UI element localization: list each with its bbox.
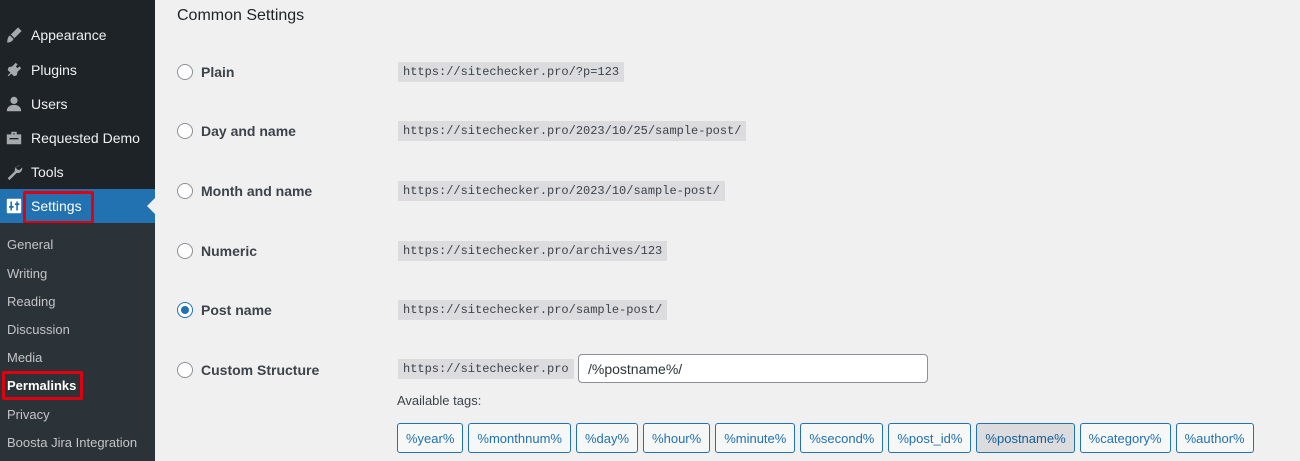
option-label[interactable]: Numeric — [201, 243, 257, 259]
example-url-day-and-name: https://sitechecker.pro/2023/10/25/sampl… — [398, 121, 747, 141]
tag-button-postname[interactable]: %postname% — [976, 423, 1075, 453]
radio-post-name[interactable] — [177, 302, 193, 318]
tag-button-author[interactable]: %author% — [1175, 423, 1254, 453]
submenu-item-reading[interactable]: Reading — [7, 294, 55, 309]
menu-item-plugins[interactable]: Plugins — [0, 53, 155, 87]
option-label[interactable]: Post name — [201, 302, 272, 318]
submenu-item-privacy[interactable]: Privacy — [7, 407, 50, 422]
menu-label: Appearance — [31, 27, 107, 43]
submenu-item-permalinks[interactable]: Permalinks — [7, 378, 76, 393]
option-day-and-name[interactable]: Day and name — [177, 120, 296, 142]
tag-button-category[interactable]: %category% — [1079, 423, 1171, 453]
example-url-numeric: https://sitechecker.pro/archives/123 — [398, 241, 668, 261]
menu-label: Requested Demo — [31, 130, 140, 146]
option-post-name[interactable]: Post name — [177, 299, 272, 321]
tag-button-post-id[interactable]: %post_id% — [888, 423, 972, 453]
option-label[interactable]: Custom Structure — [201, 362, 319, 378]
submenu-item-discussion[interactable]: Discussion — [7, 322, 70, 337]
option-custom-structure[interactable]: Custom Structure — [177, 359, 319, 381]
available-tags-label: Available tags: — [397, 393, 482, 408]
menu-item-tools[interactable]: Tools — [0, 155, 155, 189]
active-arrow — [147, 198, 155, 214]
menu-item-settings[interactable]: Settings — [0, 189, 155, 223]
submenu-item-boosta-jira[interactable]: Boosta Jira Integration — [7, 435, 137, 450]
menu-label: Plugins — [31, 62, 77, 78]
tag-button-hour[interactable]: %hour% — [643, 423, 711, 453]
tag-button-year[interactable]: %year% — [397, 423, 464, 453]
menu-label: Settings — [31, 198, 82, 214]
menu-label: Users — [31, 96, 68, 112]
option-numeric[interactable]: Numeric — [177, 240, 257, 262]
section-title: Common Settings — [177, 7, 305, 24]
submenu-item-general[interactable]: General — [7, 237, 53, 252]
radio-plain[interactable] — [177, 64, 193, 80]
example-url-month-and-name: https://sitechecker.pro/2023/10/sample-p… — [398, 181, 725, 201]
tag-button-minute[interactable]: %minute% — [715, 423, 796, 453]
settings-submenu: General Writing Reading Discussion Media… — [0, 223, 155, 461]
radio-month-and-name[interactable] — [177, 183, 193, 199]
wrench-icon — [4, 162, 24, 182]
tag-button-second[interactable]: %second% — [800, 423, 884, 453]
main-content: Common Settings Plain https://sitechecke… — [155, 0, 1300, 461]
paintbrush-icon — [4, 25, 24, 45]
menu-item-users[interactable]: Users — [0, 87, 155, 121]
radio-custom-structure[interactable] — [177, 362, 193, 378]
option-label[interactable]: Month and name — [201, 183, 312, 199]
menu-label: Tools — [31, 164, 64, 180]
option-month-and-name[interactable]: Month and name — [177, 180, 312, 202]
admin-sidebar: Appearance Plugins Users Requested Demo … — [0, 0, 155, 461]
menu-item-requested-demo[interactable]: Requested Demo — [0, 121, 155, 155]
briefcase-icon — [4, 128, 24, 148]
example-url-post-name: https://sitechecker.pro/sample-post/ — [398, 300, 668, 320]
tag-button-day[interactable]: %day% — [575, 423, 639, 453]
radio-numeric[interactable] — [177, 243, 193, 259]
submenu-item-writing[interactable]: Writing — [7, 266, 47, 281]
menu-item-appearance[interactable]: Appearance — [0, 18, 155, 52]
submenu-item-media[interactable]: Media — [7, 350, 42, 365]
option-plain[interactable]: Plain — [177, 61, 234, 83]
example-url-plain: https://sitechecker.pro/?p=123 — [398, 62, 625, 82]
available-tags: %year% %monthnum% %day% %hour% %minute% … — [397, 423, 1254, 453]
option-label[interactable]: Plain — [201, 64, 234, 80]
tag-button-monthnum[interactable]: %monthnum% — [468, 423, 571, 453]
option-label[interactable]: Day and name — [201, 123, 296, 139]
radio-day-and-name[interactable] — [177, 123, 193, 139]
settings-icon — [4, 196, 24, 216]
user-icon — [4, 94, 24, 114]
custom-structure-input[interactable] — [578, 354, 928, 383]
custom-structure-base-url: https://sitechecker.pro — [398, 359, 574, 379]
plug-icon — [4, 60, 24, 80]
